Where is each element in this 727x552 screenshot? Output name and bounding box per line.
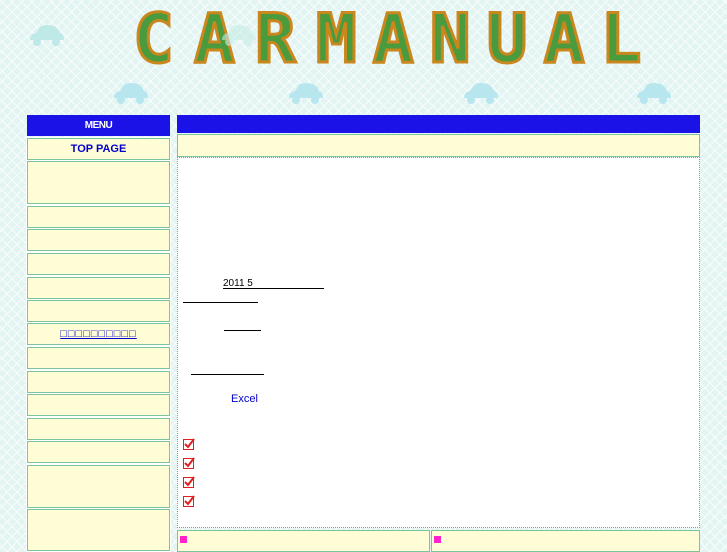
sidebar-item[interactable] [26, 393, 171, 417]
car-icon [285, 80, 325, 106]
sidebar-item[interactable] [26, 440, 171, 464]
sidebar-item[interactable] [26, 464, 171, 509]
menu-header: MENU [27, 115, 170, 136]
sidebar-item[interactable] [26, 417, 171, 441]
logo-word-manual: MANUAL [314, 0, 658, 79]
sidebar-item-label[interactable]: □□□□□□□□□□ [60, 328, 136, 340]
check-icon [183, 476, 195, 488]
main-content: 2011 5 Excel [177, 157, 700, 528]
bullet-icon [180, 536, 187, 543]
sidebar-item[interactable] [26, 160, 171, 205]
car-icon [110, 80, 150, 106]
underline-link[interactable] [223, 288, 324, 289]
car-icon [633, 80, 673, 106]
sidebar-item[interactable] [26, 252, 171, 276]
car-icon [460, 80, 500, 106]
underline-link[interactable] [191, 374, 264, 375]
bullet-icon [434, 536, 441, 543]
excel-link[interactable]: Excel [231, 393, 258, 405]
check-icon [183, 457, 195, 469]
sidebar-item[interactable] [26, 370, 171, 394]
sidebar-item[interactable] [26, 276, 171, 300]
bottom-box-right [431, 530, 700, 552]
underline-link[interactable] [224, 330, 261, 331]
sidebar-item[interactable] [26, 228, 171, 252]
underline-link[interactable] [183, 302, 258, 303]
site-logo: CAR MANUAL [132, 2, 643, 77]
check-icon [183, 495, 195, 507]
sidebar-item[interactable] [26, 299, 171, 323]
sidebar-item[interactable] [26, 346, 171, 370]
bottom-box-left [177, 530, 430, 552]
sidebar-item-top-page[interactable]: TOP PAGE [26, 137, 171, 161]
sidebar-item[interactable] [26, 205, 171, 229]
car-icon [26, 22, 66, 48]
sidebar-item-boxes[interactable]: □□□□□□□□□□ [26, 322, 171, 346]
main-header-bar [177, 115, 700, 133]
main-title-bar [177, 134, 700, 157]
car-icon [218, 22, 258, 48]
check-icon [183, 438, 195, 450]
